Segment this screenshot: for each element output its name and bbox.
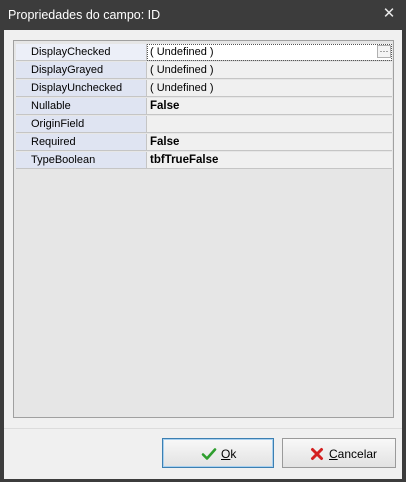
property-row-nullable[interactable]: Nullable False xyxy=(16,98,392,116)
property-row-typeboolean[interactable]: TypeBoolean tbfTrueFalse xyxy=(16,152,392,170)
property-name: DisplayGrayed xyxy=(16,62,147,79)
cancel-button[interactable]: Cancelar xyxy=(282,438,396,468)
property-value[interactable] xyxy=(147,116,392,133)
property-value[interactable]: False xyxy=(147,98,392,115)
property-value-text: ( Undefined ) xyxy=(150,46,214,58)
dialog-client-area: DisplayChecked ( Undefined ) ··· Display… xyxy=(4,30,402,479)
property-row-originfield[interactable]: OriginField xyxy=(16,116,392,134)
property-value[interactable]: ( Undefined ) ··· xyxy=(147,44,392,61)
window-title: Propriedades do campo: ID xyxy=(8,8,161,22)
button-bar: Ok Cancelar xyxy=(4,428,402,479)
property-row-displayunchecked[interactable]: DisplayUnchecked ( Undefined ) xyxy=(16,80,392,98)
property-row-required[interactable]: Required False xyxy=(16,134,392,152)
property-name: Required xyxy=(16,134,147,151)
check-icon xyxy=(201,448,217,460)
title-bar[interactable]: Propriedades do campo: ID ✕ xyxy=(0,0,406,30)
property-row-displaychecked[interactable]: DisplayChecked ( Undefined ) ··· xyxy=(16,44,392,62)
property-value[interactable]: ( Undefined ) xyxy=(147,62,392,79)
ok-button[interactable]: Ok xyxy=(162,438,274,468)
property-name: OriginField xyxy=(16,116,147,133)
property-row-displaygrayed[interactable]: DisplayGrayed ( Undefined ) xyxy=(16,62,392,80)
property-grid[interactable]: DisplayChecked ( Undefined ) ··· Display… xyxy=(13,40,394,418)
dialog-window: Propriedades do campo: ID ✕ DisplayCheck… xyxy=(0,0,406,482)
property-value[interactable]: ( Undefined ) xyxy=(147,80,392,97)
property-value[interactable]: tbfTrueFalse xyxy=(147,152,392,169)
property-value[interactable]: False xyxy=(147,134,392,151)
ellipsis-button[interactable]: ··· xyxy=(377,45,391,58)
property-name: DisplayChecked xyxy=(16,44,147,61)
property-name: Nullable xyxy=(16,98,147,115)
close-icon[interactable]: ✕ xyxy=(378,4,400,24)
property-name: TypeBoolean xyxy=(16,152,147,169)
cancel-label: Cancelar xyxy=(329,447,378,461)
ok-label: Ok xyxy=(221,447,237,461)
x-icon xyxy=(311,448,323,460)
property-name: DisplayUnchecked xyxy=(16,80,147,97)
